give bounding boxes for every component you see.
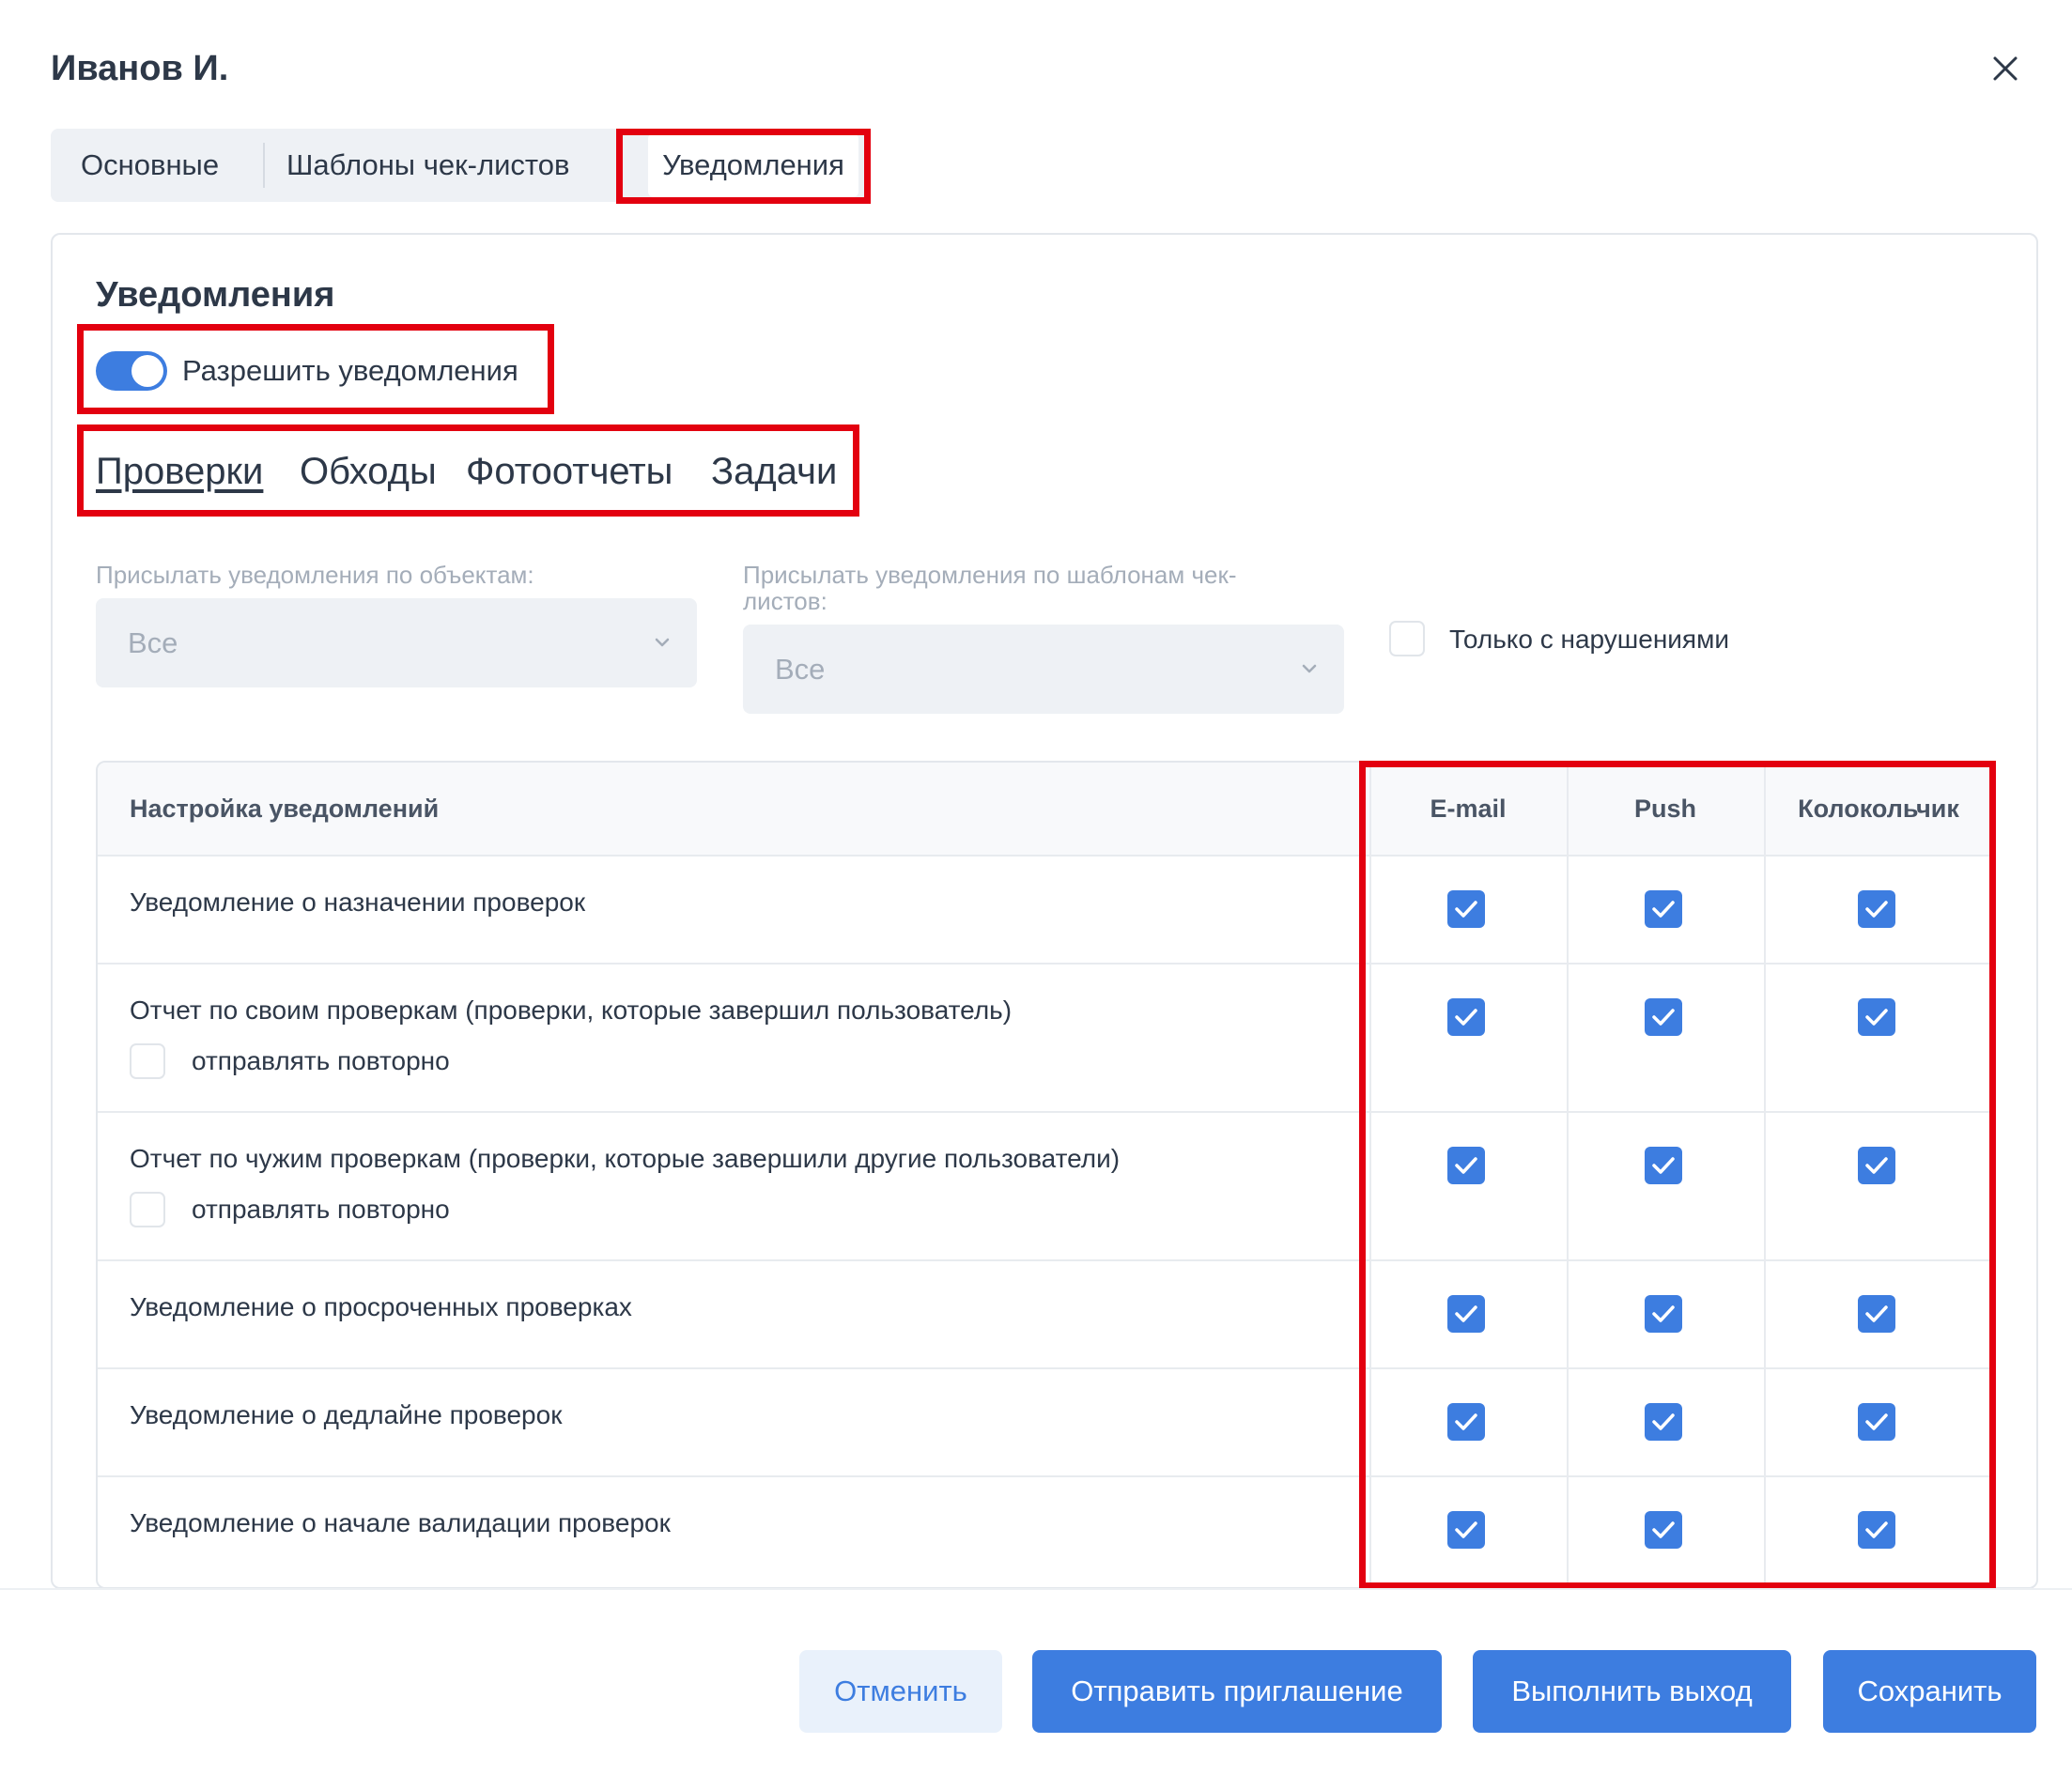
allow-notifications-label: Разрешить уведомления [182, 354, 518, 387]
check-icon [1652, 901, 1675, 918]
objects-select[interactable]: Все [96, 598, 697, 687]
table-row: Отчет по чужим проверкам (проверки, кото… [98, 1113, 1991, 1261]
check-icon [1455, 1009, 1477, 1026]
table-header: Настройка уведомлений E-mail Push Колоко… [98, 763, 1991, 857]
bell-checkbox[interactable] [1858, 1511, 1895, 1549]
email-checkbox[interactable] [1447, 1403, 1485, 1441]
tab-divider [263, 143, 265, 188]
subtab-rounds[interactable]: Обходы [300, 445, 437, 498]
row-label: Уведомление о назначении проверок [130, 888, 586, 917]
templates-filter-label-line1: Присылать уведомления по шаблонам чек- [743, 561, 1237, 589]
email-checkbox[interactable] [1447, 1147, 1485, 1184]
push-checkbox[interactable] [1645, 1403, 1682, 1441]
resend-label: отправлять повторно [192, 1195, 450, 1224]
row-label: Уведомление о начале валидации проверок [130, 1508, 671, 1537]
check-icon [1865, 1413, 1888, 1430]
notification-settings-table: Настройка уведомлений E-mail Push Колоко… [96, 761, 1993, 1589]
table-row: Уведомление о начале валидации проверок [98, 1477, 1991, 1585]
only-violations-label: Только с нарушениями [1449, 625, 1729, 654]
check-icon [1652, 1305, 1675, 1322]
chevron-down-icon [655, 638, 670, 647]
check-icon [1455, 1413, 1477, 1430]
email-checkbox[interactable] [1447, 890, 1485, 928]
objects-filter-label: Присылать уведомления по объектам: [96, 561, 534, 589]
section-title: Уведомления [96, 275, 335, 315]
templates-select[interactable]: Все [743, 625, 1344, 714]
subtab-photo-reports[interactable]: Фотоотчеты [466, 445, 673, 498]
header-bell: Колокольчик [1798, 795, 1959, 823]
push-checkbox[interactable] [1645, 1511, 1682, 1549]
bell-checkbox[interactable] [1858, 1295, 1895, 1333]
check-icon [1455, 901, 1477, 918]
templates-select-value: Все [775, 653, 826, 686]
check-icon [1652, 1521, 1675, 1538]
header-push: Push [1633, 795, 1696, 823]
objects-select-value: Все [128, 626, 178, 659]
tab-checklist-templates[interactable]: Шаблоны чек-листов [286, 129, 569, 202]
check-icon [1455, 1305, 1477, 1322]
check-icon [1865, 1009, 1888, 1026]
footer-divider [0, 1588, 2072, 1590]
tab-bar: Основные Шаблоны чек-листов Уведомления [51, 129, 866, 202]
check-icon [1865, 1157, 1888, 1174]
table-row: Уведомление о назначении проверок [98, 857, 1991, 965]
row-label: Уведомление о дедлайне проверок [130, 1400, 563, 1429]
header-email: E-mail [1430, 795, 1507, 823]
close-icon[interactable] [1989, 53, 2021, 85]
check-icon [1652, 1157, 1675, 1174]
table-row: Отчет по своим проверкам (проверки, кото… [98, 965, 1991, 1113]
bell-checkbox[interactable] [1858, 998, 1895, 1036]
chevron-down-icon [1302, 664, 1317, 673]
check-icon [1652, 1009, 1675, 1026]
bell-checkbox[interactable] [1858, 1147, 1895, 1184]
only-violations-checkbox[interactable] [1389, 621, 1425, 656]
row-label: Уведомление о просроченных проверках [130, 1292, 632, 1321]
bell-checkbox[interactable] [1858, 1403, 1895, 1441]
templates-filter-label-line2: листов: [743, 587, 827, 615]
row-label: Отчет по чужим проверкам (проверки, кото… [130, 1144, 1121, 1173]
push-checkbox[interactable] [1645, 1147, 1682, 1184]
subtab-tasks[interactable]: Задачи [711, 445, 837, 498]
check-icon [1652, 1413, 1675, 1430]
subtab-inspections[interactable]: Проверки [96, 445, 263, 498]
push-checkbox[interactable] [1645, 998, 1682, 1036]
email-checkbox[interactable] [1447, 998, 1485, 1036]
logout-button[interactable]: Выполнить выход [1473, 1650, 1791, 1733]
email-checkbox[interactable] [1447, 1511, 1485, 1549]
header-setting: Настройка уведомлений [130, 795, 440, 823]
push-checkbox[interactable] [1645, 1295, 1682, 1333]
table-row: Уведомление о дедлайне проверок [98, 1369, 1991, 1477]
cancel-button[interactable]: Отменить [799, 1650, 1002, 1733]
send-invite-button[interactable]: Отправить приглашение [1032, 1650, 1442, 1733]
resend-checkbox[interactable] [130, 1192, 165, 1227]
tab-notifications[interactable]: Уведомления [648, 133, 858, 197]
tab-general[interactable]: Основные [81, 129, 219, 202]
bell-checkbox[interactable] [1858, 890, 1895, 928]
resend-label: отправлять повторно [192, 1046, 450, 1075]
allow-notifications-toggle[interactable] [96, 351, 167, 391]
resend-checkbox[interactable] [130, 1043, 165, 1079]
check-icon [1455, 1157, 1477, 1174]
check-icon [1865, 901, 1888, 918]
check-icon [1455, 1521, 1477, 1538]
dialog-title: Иванов И. [51, 49, 229, 88]
row-label: Отчет по своим проверкам (проверки, кото… [130, 996, 1013, 1025]
check-icon [1865, 1305, 1888, 1322]
push-checkbox[interactable] [1645, 890, 1682, 928]
table-row: Уведомление о просроченных проверках [98, 1261, 1991, 1369]
check-icon [1865, 1521, 1888, 1538]
save-button[interactable]: Сохранить [1823, 1650, 2036, 1733]
email-checkbox[interactable] [1447, 1295, 1485, 1333]
